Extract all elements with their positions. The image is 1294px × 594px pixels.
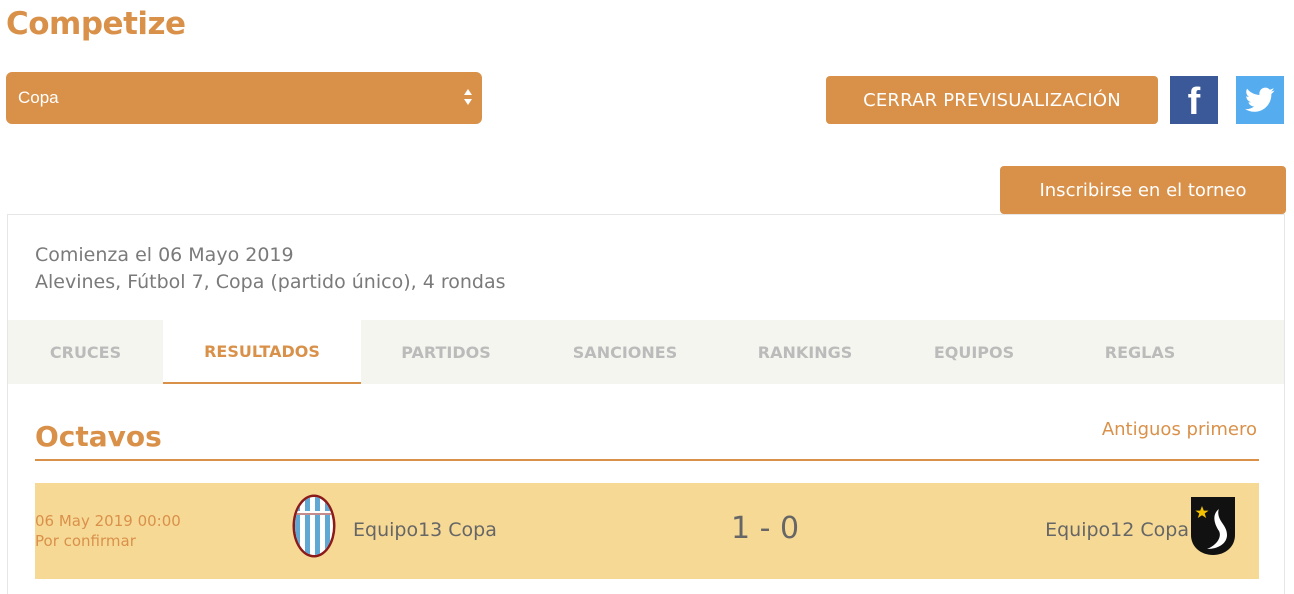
tournament-start-date: Comienza el 06 Mayo 2019 bbox=[35, 244, 294, 266]
away-team-name: Equipo12 Copa bbox=[1045, 519, 1189, 541]
tab-partidos[interactable]: PARTIDOS bbox=[361, 320, 531, 384]
tab-rankings[interactable]: RANKINGS bbox=[719, 320, 891, 384]
match-row[interactable]: 06 May 2019 00:00 Por confirmar Equipo13… bbox=[35, 483, 1259, 579]
round-title: Octavos bbox=[35, 420, 162, 453]
away-team-crest-icon bbox=[1191, 497, 1235, 555]
tab-reglas[interactable]: REGLAS bbox=[1057, 320, 1223, 384]
tournament-tabs: CRUCES RESULTADOS PARTIDOS SANCIONES RAN… bbox=[8, 320, 1284, 384]
select-arrows-icon bbox=[464, 89, 472, 105]
match-date-block: 06 May 2019 00:00 Por confirmar bbox=[35, 511, 181, 551]
home-team-crest-icon bbox=[292, 494, 336, 558]
twitter-share-button[interactable] bbox=[1236, 76, 1284, 124]
close-preview-button[interactable]: CERRAR PREVISUALIZACIÓN bbox=[826, 76, 1158, 124]
register-tournament-button[interactable]: Inscribirse en el torneo bbox=[1000, 166, 1286, 214]
tab-cruces[interactable]: CRUCES bbox=[8, 320, 163, 384]
competition-select[interactable]: Copa bbox=[6, 72, 482, 124]
tournament-details: Alevines, Fútbol 7, Copa (partido único)… bbox=[35, 271, 506, 293]
tab-sanciones[interactable]: SANCIONES bbox=[531, 320, 719, 384]
match-date: 06 May 2019 00:00 bbox=[35, 512, 181, 530]
tournament-card: Comienza el 06 Mayo 2019 Alevines, Fútbo… bbox=[7, 214, 1285, 594]
home-team-name: Equipo13 Copa bbox=[353, 519, 497, 541]
match-score: 1 - 0 bbox=[730, 511, 800, 546]
twitter-bird-icon bbox=[1245, 87, 1275, 112]
match-status: Por confirmar bbox=[35, 532, 136, 550]
facebook-share-button[interactable]: f bbox=[1170, 76, 1218, 124]
tab-equipos[interactable]: EQUIPOS bbox=[891, 320, 1057, 384]
tab-resultados[interactable]: RESULTADOS bbox=[163, 320, 361, 384]
app-title: Competize bbox=[6, 6, 186, 42]
facebook-f-icon: f bbox=[1187, 81, 1201, 123]
section-divider bbox=[35, 459, 1259, 461]
sort-order-link[interactable]: Antiguos primero bbox=[1102, 419, 1257, 440]
competition-select-value: Copa bbox=[18, 88, 59, 107]
tournament-info: Comienza el 06 Mayo 2019 Alevines, Fútbo… bbox=[35, 242, 505, 296]
